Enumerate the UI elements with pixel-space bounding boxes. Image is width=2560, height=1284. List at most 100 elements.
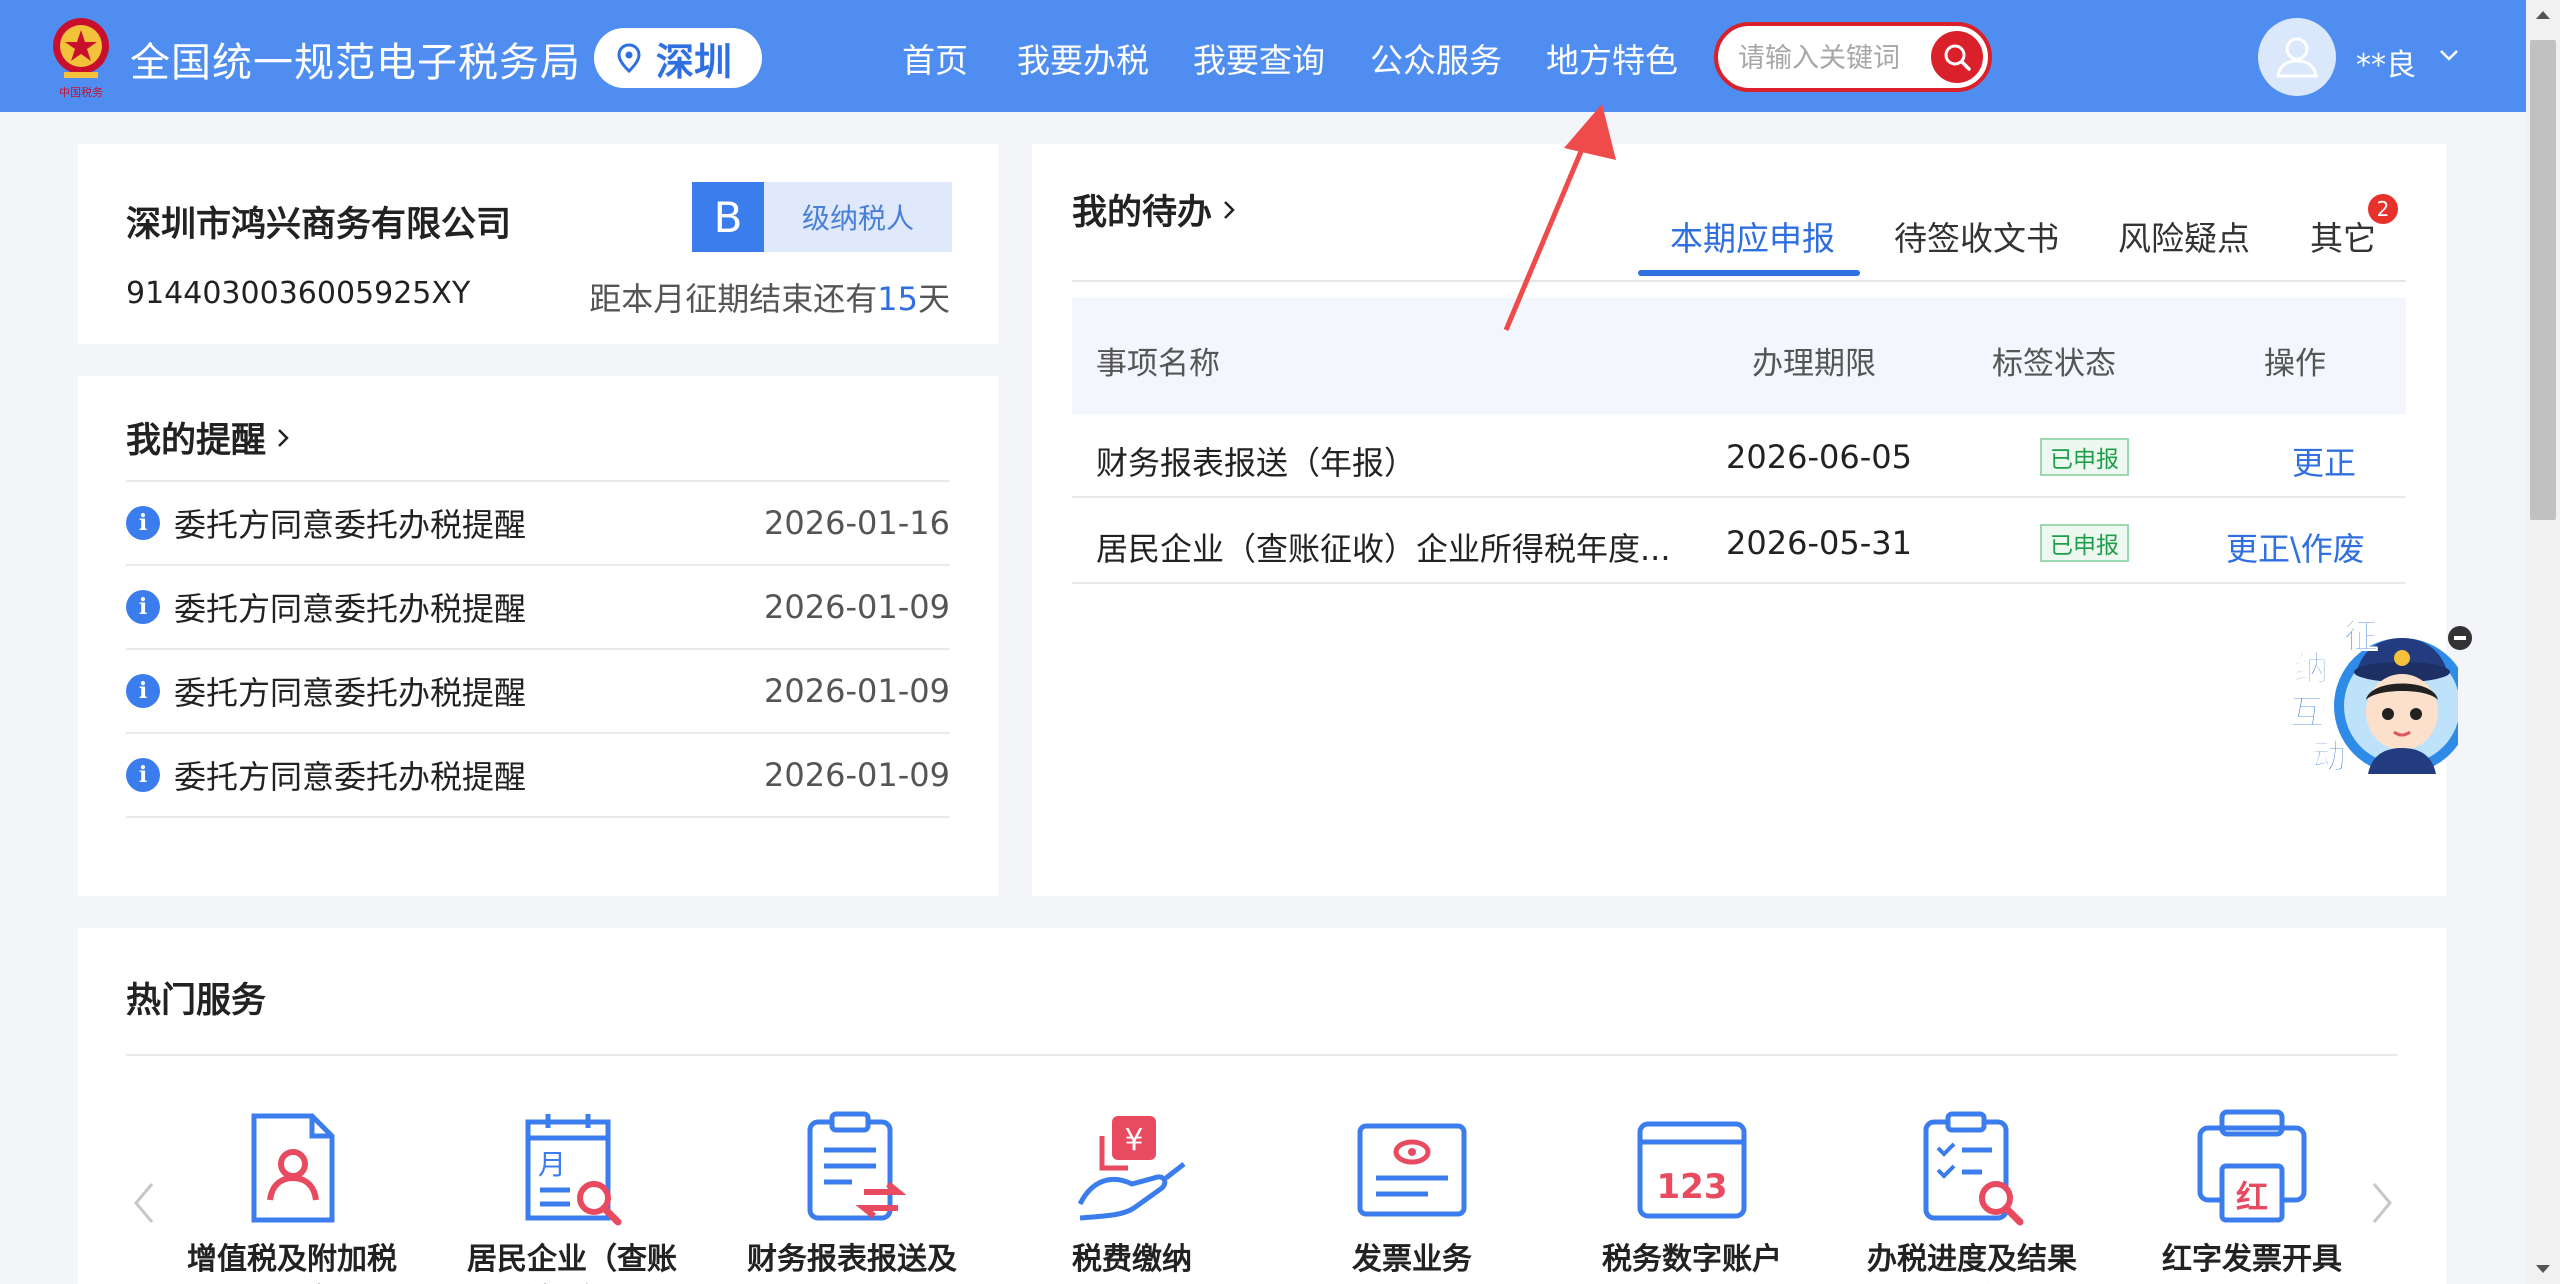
annotation-arrow-icon (1503, 104, 1616, 331)
hot-services-card: 热门服务 增值税及附加税费申报（小规 月 居民企业（查账征收）企业所 (78, 928, 2446, 1284)
svg-text:纳: 纳 (2294, 649, 2328, 689)
digital-account-icon: 123 (1637, 1121, 1747, 1219)
document-person-icon (251, 1113, 335, 1223)
reminders-card: 我的提醒 i 委托方同意委托办税提醒 2026-01-16 i 委托方同意委托办… (78, 376, 998, 896)
status-badge: 已申报 (2040, 438, 2129, 476)
service-label: 办税进度及结果查询 (1867, 1242, 2077, 1284)
reminder-text: 委托方同意委托办税提醒 (174, 674, 527, 712)
correct-void-link[interactable]: 更正\作废 (2226, 524, 2365, 570)
nav-public-service[interactable]: 公众服务 (1370, 34, 1502, 82)
nav-local-features[interactable]: 地方特色 (1546, 34, 1678, 82)
scroll-down-icon[interactable] (2535, 1264, 2551, 1274)
svg-text:月: 月 (538, 1148, 566, 1181)
calendar-search-icon: 月 (525, 1114, 622, 1226)
svg-text:¥: ¥ (1124, 1123, 1143, 1158)
user-name[interactable]: **良 (2356, 40, 2416, 84)
list-item[interactable]: i 委托方同意委托办税提醒 2026-01-09 (126, 734, 950, 818)
column-header: 标签状态 (1992, 346, 2116, 382)
correct-link[interactable]: 更正 (2292, 438, 2356, 484)
service-financial-report[interactable]: 财务报表报送及更正 (742, 1108, 962, 1284)
site-title: 全国统一规范电子税务局 (130, 40, 581, 86)
chevron-left-icon[interactable] (128, 1178, 158, 1228)
todo-card: 我的待办 本期应申报 待签收文书 风险疑点 其它 2 事项名称 办理期限 标签状… (1032, 144, 2446, 896)
service-vat-declaration[interactable]: 增值税及附加税费申报（小规 (182, 1108, 402, 1284)
service-label: 增值税及附加税费申报（小规 (187, 1242, 397, 1284)
svg-text:互: 互 (2290, 693, 2324, 733)
clipboard-exchange-icon (807, 1111, 907, 1221)
deadline-days: 15 (877, 280, 918, 318)
svg-text:红: 红 (2236, 1178, 2268, 1216)
tab-risk-points[interactable]: 风险疑点 (2118, 212, 2250, 260)
notification-badge: 2 (2368, 194, 2398, 224)
info-icon: i (126, 590, 160, 624)
customer-service-mascot-icon: 征 纳 互 动 (2290, 617, 2470, 778)
chevron-down-icon[interactable] (2438, 48, 2460, 62)
chevron-right-icon[interactable] (2368, 1178, 2398, 1228)
interaction-widget[interactable]: 征 纳 互 动 (2278, 614, 2470, 784)
svg-text:123: 123 (1657, 1167, 1728, 1207)
info-icon: i (126, 758, 160, 792)
nav-query[interactable]: 我要查询 (1193, 34, 1325, 82)
info-icon: i (126, 506, 160, 540)
list-item[interactable]: i 委托方同意委托办税提醒 2026-01-16 (126, 482, 950, 566)
service-digital-account[interactable]: 123 税务数字账户 (1582, 1108, 1802, 1284)
todo-table-header: 事项名称 办理期限 标签状态 操作 (1072, 298, 2406, 414)
hand-money-icon: ¥ (1077, 1116, 1186, 1221)
tax-id: 9144030036005925XY (126, 276, 471, 311)
chevron-right-icon (1224, 200, 1235, 219)
item-deadline: 2026-05-31 (1726, 524, 1912, 562)
reminder-list: i 委托方同意委托办税提醒 2026-01-16 i 委托方同意委托办税提醒 2… (126, 480, 950, 818)
svg-text:动: 动 (2312, 737, 2346, 777)
tab-other[interactable]: 其它 (2310, 212, 2376, 260)
close-widget-button[interactable] (2448, 626, 2472, 650)
top-header: 中国税务 全国统一规范电子税务局 深圳 首页 我要办税 我要查询 公众服务 地方… (0, 0, 2560, 112)
reminder-text: 委托方同意委托办税提醒 (174, 590, 527, 628)
scroll-up-icon[interactable] (2535, 10, 2551, 20)
service-invoice[interactable]: 发票业务 (1302, 1108, 1522, 1284)
tab-current-declaration[interactable]: 本期应申报 (1670, 212, 1835, 260)
list-item[interactable]: i 委托方同意委托办税提醒 2026-01-09 (126, 566, 950, 650)
city-name: 深圳 (656, 39, 733, 84)
nav-home[interactable]: 首页 (902, 34, 968, 82)
city-selector[interactable]: 深圳 (594, 28, 762, 88)
deadline-notice: 距本月征期结束还有15天 (589, 280, 950, 318)
svg-text:中国税务: 中国税务 (59, 85, 103, 99)
reminders-title[interactable]: 我的提醒 (126, 412, 290, 463)
nav-tax-handling[interactable]: 我要办税 (1017, 34, 1149, 82)
search-input[interactable] (1738, 39, 1918, 77)
hot-services-title: 热门服务 (126, 981, 267, 1021)
reminder-date: 2026-01-09 (764, 756, 950, 794)
service-label: 财务报表报送及更正 (747, 1242, 957, 1284)
search-icon (1944, 44, 1971, 71)
table-row: 财务报表报送（年报） 2026-06-05 已申报 更正 (1072, 414, 2406, 498)
company-name: 深圳市鸿兴商务有限公司 (126, 205, 512, 245)
search-button[interactable] (1931, 31, 1983, 83)
column-header: 操作 (2264, 346, 2326, 382)
tab-documents-to-sign[interactable]: 待签收文书 (1894, 212, 2059, 260)
tax-emblem-icon: 中国税务 (53, 18, 109, 99)
active-tab-indicator (1638, 270, 1860, 276)
service-enterprise-income-tax[interactable]: 月 居民企业（查账征收）企业所 (462, 1108, 682, 1284)
page-scrollbar[interactable] (2526, 0, 2560, 1284)
invoice-icon (1357, 1123, 1467, 1217)
service-label: 税务数字账户 (1602, 1242, 1782, 1277)
todo-title[interactable]: 我的待办 (1072, 184, 1236, 235)
red-invoice-icon: 红 (2197, 1109, 2307, 1223)
reminder-text: 委托方同意委托办税提醒 (174, 506, 527, 544)
user-avatar[interactable] (2258, 18, 2336, 96)
service-tax-payment[interactable]: ¥ 税费缴纳 (1022, 1108, 1242, 1284)
svg-text:征: 征 (2344, 617, 2378, 657)
scroll-thumb[interactable] (2530, 40, 2556, 520)
service-label: 发票业务 (1352, 1242, 1472, 1277)
status-badge: 已申报 (2040, 524, 2129, 562)
item-name: 居民企业（查账征收）企业所得税年度... (1096, 530, 1671, 568)
level-letter: B (692, 182, 764, 252)
section-divider (126, 1054, 2398, 1056)
column-header: 事项名称 (1096, 346, 1220, 382)
taxpayer-level-badge: B 级纳税人 (692, 182, 952, 252)
service-progress-query[interactable]: 办税进度及结果查询 (1862, 1108, 2082, 1284)
user-icon (2276, 37, 2318, 78)
service-red-invoice[interactable]: 红 红字发票开具 (2142, 1108, 2362, 1284)
reminder-date: 2026-01-09 (764, 672, 950, 710)
list-item[interactable]: i 委托方同意委托办税提醒 2026-01-09 (126, 650, 950, 734)
